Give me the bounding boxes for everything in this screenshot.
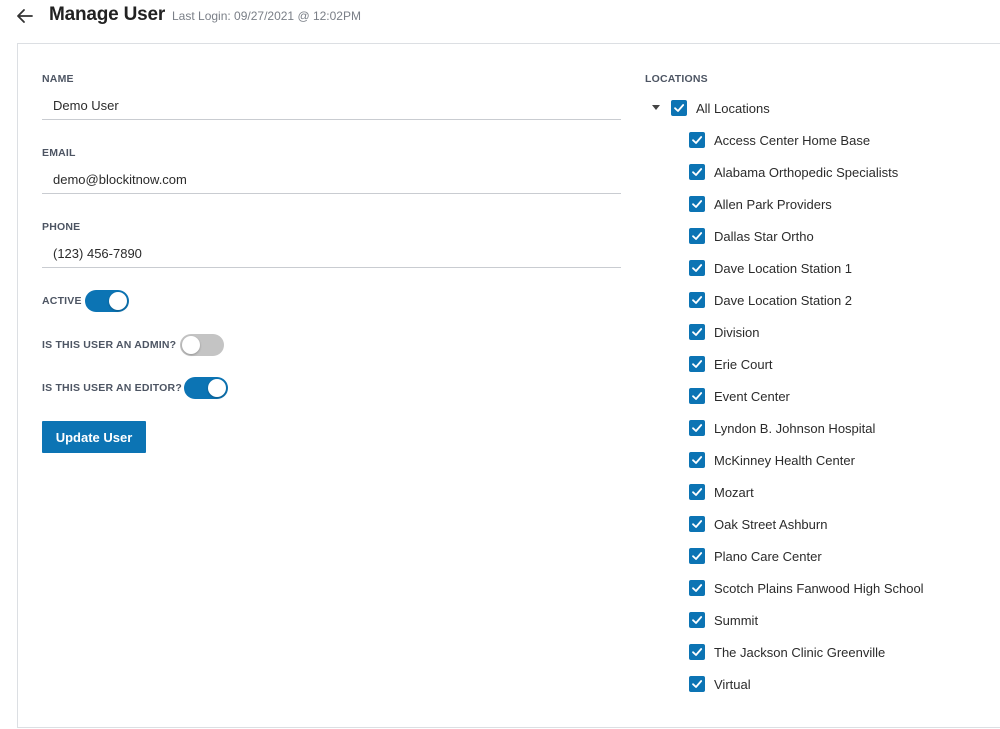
checkmark-icon bbox=[692, 168, 703, 176]
location-label: Division bbox=[714, 325, 760, 340]
location-label: Dave Location Station 1 bbox=[714, 261, 853, 276]
location-checkbox[interactable] bbox=[689, 452, 705, 468]
checkmark-icon bbox=[692, 296, 703, 304]
checkmark-icon bbox=[692, 616, 703, 624]
location-label: Alabama Orthopedic Specialists bbox=[714, 165, 899, 180]
checkmark-icon bbox=[692, 552, 703, 560]
checkmark-icon bbox=[692, 424, 703, 432]
location-checkbox[interactable] bbox=[689, 356, 705, 372]
checkmark-icon bbox=[692, 360, 703, 368]
location-label: Event Center bbox=[714, 389, 790, 404]
location-label: The Jackson Clinic Greenville bbox=[714, 645, 886, 660]
checkmark-icon bbox=[692, 680, 703, 688]
location-label: Oak Street Ashburn bbox=[714, 517, 828, 532]
location-checkbox[interactable] bbox=[689, 612, 705, 628]
checkmark-icon bbox=[692, 232, 703, 240]
location-checkbox[interactable] bbox=[689, 324, 705, 340]
checkmark-icon bbox=[692, 456, 703, 464]
location-label: Mozart bbox=[714, 485, 754, 500]
location-checkbox[interactable] bbox=[689, 580, 705, 596]
location-label: Erie Court bbox=[714, 357, 773, 372]
checkmark-icon bbox=[692, 488, 703, 496]
location-label: Lyndon B. Johnson Hospital bbox=[714, 421, 876, 436]
location-label: McKinney Health Center bbox=[714, 453, 855, 468]
location-label: Summit bbox=[714, 613, 759, 628]
location-checkbox[interactable] bbox=[689, 644, 705, 660]
checkmark-icon bbox=[692, 520, 703, 528]
location-checkbox[interactable] bbox=[689, 548, 705, 564]
location-checkbox[interactable] bbox=[689, 388, 705, 404]
location-checkbox[interactable] bbox=[689, 196, 705, 212]
location-checkbox[interactable] bbox=[689, 676, 705, 692]
location-label: Virtual bbox=[714, 677, 751, 692]
checkmark-icon bbox=[692, 392, 703, 400]
checkmark-icon bbox=[692, 584, 703, 592]
checkmark-icon bbox=[692, 328, 703, 336]
location-checkbox[interactable] bbox=[689, 132, 705, 148]
checkmark-icon bbox=[692, 136, 703, 144]
location-label: Dave Location Station 2 bbox=[714, 293, 853, 308]
checkmark-icon bbox=[692, 200, 703, 208]
location-checkbox[interactable] bbox=[689, 260, 705, 276]
location-checkbox[interactable] bbox=[689, 484, 705, 500]
checkmark-icon bbox=[692, 264, 703, 272]
location-checkbox[interactable] bbox=[689, 164, 705, 180]
location-label: Allen Park Providers bbox=[714, 197, 832, 212]
location-checkbox[interactable] bbox=[689, 228, 705, 244]
location-checkbox[interactable] bbox=[689, 292, 705, 308]
location-label: Dallas Star Ortho bbox=[714, 229, 814, 244]
location-label: Plano Care Center bbox=[714, 549, 822, 564]
checkmark-icon bbox=[692, 648, 703, 656]
location-checkbox[interactable] bbox=[689, 516, 705, 532]
locations-list: Access Center Home Base Alabama Orthopedi… bbox=[0, 0, 1000, 729]
location-label: Access Center Home Base bbox=[714, 133, 871, 148]
location-label: Scotch Plains Fanwood High School bbox=[714, 581, 924, 596]
location-checkbox[interactable] bbox=[689, 420, 705, 436]
